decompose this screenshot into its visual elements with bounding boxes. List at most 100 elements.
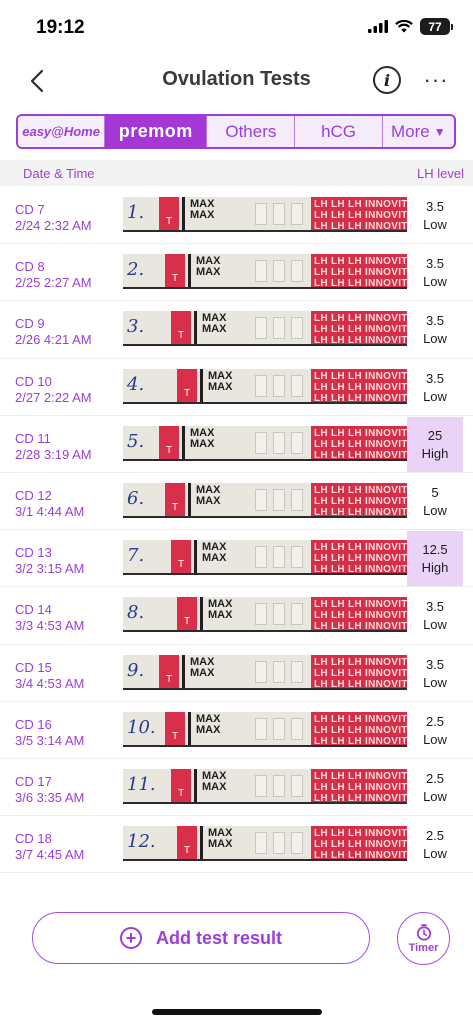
battery-cap: [451, 23, 453, 30]
tab-more[interactable]: More ▼: [383, 116, 454, 147]
test-strip-image[interactable]: 6. T MAX MAX LH LH LH INNOVITA L LH LH L…: [123, 482, 407, 518]
lh-value: 3.5: [425, 313, 445, 329]
tab-others[interactable]: Others: [207, 116, 296, 147]
test-strip-image[interactable]: 1. T MAX MAX LH LH LH INNOVITA L LH LH L…: [123, 197, 407, 232]
lh-level-label: Low: [423, 617, 447, 633]
strip-window: [273, 203, 285, 225]
test-result-row[interactable]: CD 8 2/25 2:27 AM 2. T MAX MAX LH LH LH …: [0, 244, 473, 302]
add-test-result-button[interactable]: + Add test result: [32, 912, 370, 964]
status-bar: 19:12 77: [0, 0, 473, 58]
tab-more-label: More: [391, 121, 430, 141]
test-result-row[interactable]: CD 18 3/7 4:45 AM 12. T MAX MAX LH LH LH…: [0, 816, 473, 874]
add-test-result-label: Add test result: [155, 927, 283, 948]
test-strip-image[interactable]: 9. T MAX MAX LH LH LH INNOVITA L LH LH L…: [123, 654, 407, 690]
strip-test-line: [188, 482, 191, 516]
strip-number: 2.: [127, 259, 145, 281]
strip-brand-text: LH LH LH INNOVITA L: [314, 438, 407, 450]
test-result-row[interactable]: CD 12 3/1 4:44 AM 6. T MAX MAX LH LH LH …: [0, 473, 473, 531]
lh-level-cell: 3.5 Low: [407, 646, 463, 701]
strip-window: [273, 260, 285, 283]
strip-brand-text: LH LH LH INNOVITA L: [314, 621, 407, 631]
strip-max-mark: MAX MAX: [202, 313, 226, 335]
strip-max-text: MAX: [196, 723, 221, 736]
strip-window: [255, 317, 267, 340]
test-strip-image[interactable]: 2. T MAX MAX LH LH LH INNOVITA L LH LH L…: [123, 254, 407, 290]
strip-window: [255, 431, 267, 454]
strip-brand-label: LH LH LH INNOVITA L LH LH LH INNOVITA L …: [311, 368, 407, 402]
lh-value: 5: [431, 484, 439, 500]
test-strip-image[interactable]: 10. T MAX MAX LH LH LH INNOVITA L LH LH …: [123, 711, 407, 747]
lh-value: 2.5: [425, 713, 445, 729]
strip-test-pad: T: [165, 482, 185, 516]
strip-test-line: [194, 311, 197, 345]
cycle-day: CD 13: [15, 545, 52, 561]
lh-value: 3.5: [425, 599, 445, 615]
row-date-time: CD 9 2/26 4:21 AM: [15, 316, 92, 348]
lh-level-cell: 5 Low: [407, 474, 463, 529]
test-result-row[interactable]: CD 16 3/5 3:14 AM 10. T MAX MAX LH LH LH…: [0, 702, 473, 759]
test-datetime: 3/7 4:45 AM: [15, 847, 85, 863]
strip-window: [291, 317, 303, 340]
test-strip-image[interactable]: 4. T MAX MAX LH LH LH INNOVITA L LH LH L…: [123, 368, 407, 404]
row-date-time: CD 10 2/27 2:22 AM: [15, 374, 92, 406]
test-strip-image[interactable]: 8. T MAX MAX LH LH LH INNOVITA L LH LH L…: [123, 597, 407, 633]
strip-window: [291, 774, 303, 797]
strip-test-line: [194, 768, 197, 802]
test-result-row[interactable]: CD 14 3/3 4:53 AM 8. T MAX MAX LH LH LH …: [0, 587, 473, 645]
strip-max-text: MAX: [202, 552, 227, 565]
test-result-row[interactable]: CD 11 2/28 3:19 AM 5. T MAX MAX LH LH LH…: [0, 416, 473, 473]
info-icon[interactable]: i: [373, 66, 401, 94]
test-strip-image[interactable]: 12. T MAX MAX LH LH LH INNOVITA L LH LH …: [123, 826, 407, 862]
cycle-day: CD 9: [15, 316, 45, 332]
strip-number: 6.: [127, 487, 145, 509]
strip-max-mark: MAX MAX: [208, 828, 232, 850]
row-date-time: CD 7 2/24 2:32 AM: [15, 202, 92, 234]
strip-test-line: [200, 597, 203, 631]
strip-brand-text: LH LH LH INNOVITA L: [314, 381, 407, 393]
strip-max-mark: MAX MAX: [208, 599, 232, 621]
lh-value: 3.5: [425, 256, 445, 272]
more-options-icon[interactable]: ···: [420, 67, 452, 92]
test-result-row[interactable]: CD 15 3/4 4:53 AM 9. T MAX MAX LH LH LH …: [0, 645, 473, 702]
test-strip-image[interactable]: 5. T MAX MAX LH LH LH INNOVITA L LH LH L…: [123, 425, 407, 461]
test-strip-image[interactable]: 7. T MAX MAX LH LH LH INNOVITA L LH LH L…: [123, 540, 407, 576]
status-time: 19:12: [36, 17, 85, 38]
strip-brand-label: LH LH LH INNOVITA L LH LH LH INNOVITA L …: [311, 597, 407, 631]
strip-brand-label: LH LH LH INNOVITA L LH LH LH INNOVITA L …: [311, 311, 407, 345]
strip-brand-text: LH LH LH INNOVITA L: [314, 210, 407, 221]
strip-brand-label: LH LH LH INNOVITA L LH LH LH INNOVITA L …: [311, 197, 407, 230]
strip-brand-text: LH LH LH INNOVITA L: [314, 370, 407, 382]
strip-max-mark: MAX MAX: [196, 484, 220, 507]
test-result-row[interactable]: CD 9 2/26 4:21 AM 3. T MAX MAX LH LH LH …: [0, 301, 473, 359]
strip-window: [273, 374, 285, 397]
lh-level-label: Low: [423, 331, 447, 347]
tab-premom[interactable]: premom: [105, 116, 208, 147]
strip-brand-text: LH LH LH INNOVITA L: [314, 678, 407, 688]
lh-level-cell: 3.5 Low: [407, 588, 463, 643]
strip-number: 1.: [127, 202, 145, 223]
cellular-signal-icon: [368, 20, 388, 33]
lh-value: 2.5: [425, 828, 445, 844]
strip-window: [255, 774, 267, 797]
strip-test-line: [194, 540, 197, 574]
strip-number: 10.: [127, 716, 156, 738]
test-strip-image[interactable]: 11. T MAX MAX LH LH LH INNOVITA L LH LH …: [123, 768, 407, 804]
strip-test-pad: T: [171, 540, 191, 574]
test-result-row[interactable]: CD 10 2/27 2:22 AM 4. T MAX MAX LH LH LH…: [0, 359, 473, 416]
test-result-row[interactable]: CD 17 3/6 3:35 AM 11. T MAX MAX LH LH LH…: [0, 759, 473, 817]
test-result-row[interactable]: CD 7 2/24 2:32 AM 1. T MAX MAX LH LH LH …: [0, 187, 473, 245]
tab-easy-at-home[interactable]: easy@Home: [18, 116, 106, 147]
test-datetime: 3/5 3:14 AM: [15, 732, 85, 748]
strip-window: [291, 203, 303, 225]
tab-hcg[interactable]: hCG: [295, 116, 383, 147]
strip-max-mark: MAX MAX: [202, 770, 226, 793]
test-strip-image[interactable]: 3. T MAX MAX LH LH LH INNOVITA L LH LH L…: [123, 311, 407, 347]
lh-level-label: Low: [423, 388, 447, 404]
lh-value: 2.5: [425, 770, 445, 786]
timer-icon: [416, 923, 431, 941]
lh-level-cell: 3.5 Low: [407, 302, 463, 357]
strip-brand-text: LH LH LH INNOVITA L: [314, 542, 407, 554]
strip-max-mark: MAX MAX: [196, 256, 220, 278]
timer-button[interactable]: Timer: [397, 912, 450, 965]
test-result-row[interactable]: CD 13 3/2 3:15 AM 7. T MAX MAX LH LH LH …: [0, 530, 473, 588]
